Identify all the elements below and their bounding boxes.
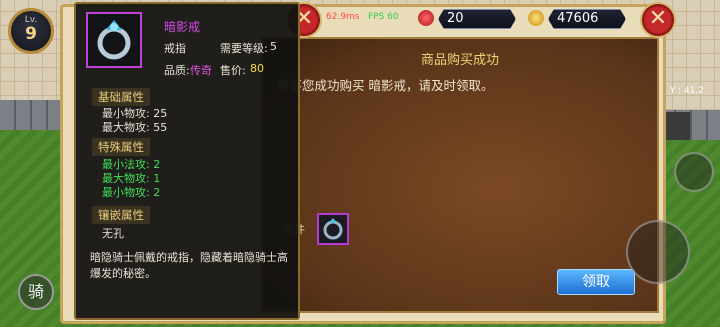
required-level-label: 需要等级:: [220, 42, 268, 55]
item-tooltip: 暗影戒 戒指 需要等级: 5 品质: 传奇 售价: 80 基础属性 最小物攻: …: [74, 2, 300, 320]
socket-attributes-header: 镶嵌属性: [92, 206, 150, 224]
ping-readout: 62.9ms: [326, 12, 360, 22]
gold-coin-icon: [528, 10, 544, 26]
base-attributes-header: 基础属性: [92, 88, 150, 106]
purchase-message: 恭喜您成功购买 暗影戒，请及时领取。: [277, 78, 494, 93]
stat-line: 最小物攻: 2: [102, 186, 161, 199]
claim-button[interactable]: 领取: [557, 269, 635, 295]
price-value: 80: [250, 62, 264, 75]
item-name: 暗影戒: [164, 20, 201, 34]
attack-button[interactable]: [626, 220, 690, 284]
ring-icon: [97, 20, 131, 60]
coordinate-readout: Y : 41.2: [669, 86, 704, 96]
price-label: 售价:: [220, 64, 246, 77]
ride-button[interactable]: 骑: [18, 274, 54, 310]
item-type: 戒指: [164, 42, 186, 55]
required-level: 5: [270, 40, 277, 53]
special-attributes-header: 特殊属性: [92, 138, 150, 156]
dark-tile: [662, 112, 690, 140]
quality-label: 品质:: [164, 64, 190, 77]
close-button-right[interactable]: ✕: [640, 2, 676, 38]
gem-count: 20: [438, 9, 516, 29]
gold-count: 47606: [548, 9, 626, 29]
gem-icon: [418, 10, 434, 26]
socket-value: 无孔: [102, 227, 124, 240]
player-level-badge[interactable]: Lv. 9: [8, 8, 54, 54]
stat-line: 最大物攻: 55: [102, 121, 168, 134]
item-icon-frame: [86, 12, 142, 68]
ring-icon: [323, 218, 343, 240]
item-description: 暗隐骑士佩戴的戒指，隐藏着暗隐骑士高爆发的秘密。: [90, 251, 288, 280]
quality-value: 传奇: [190, 64, 212, 77]
dialog-title: 商品购买成功: [420, 53, 499, 68]
close-icon: ✕: [648, 6, 668, 31]
attachment-slot[interactable]: [317, 213, 349, 245]
level-value: 9: [25, 24, 37, 44]
skill-button[interactable]: [674, 152, 714, 192]
fps-readout: FPS 60: [368, 12, 399, 22]
mail-content-panel: 商品购买成功 恭喜您成功购买 暗影戒，请及时领取。 附件 领取: [261, 37, 659, 313]
